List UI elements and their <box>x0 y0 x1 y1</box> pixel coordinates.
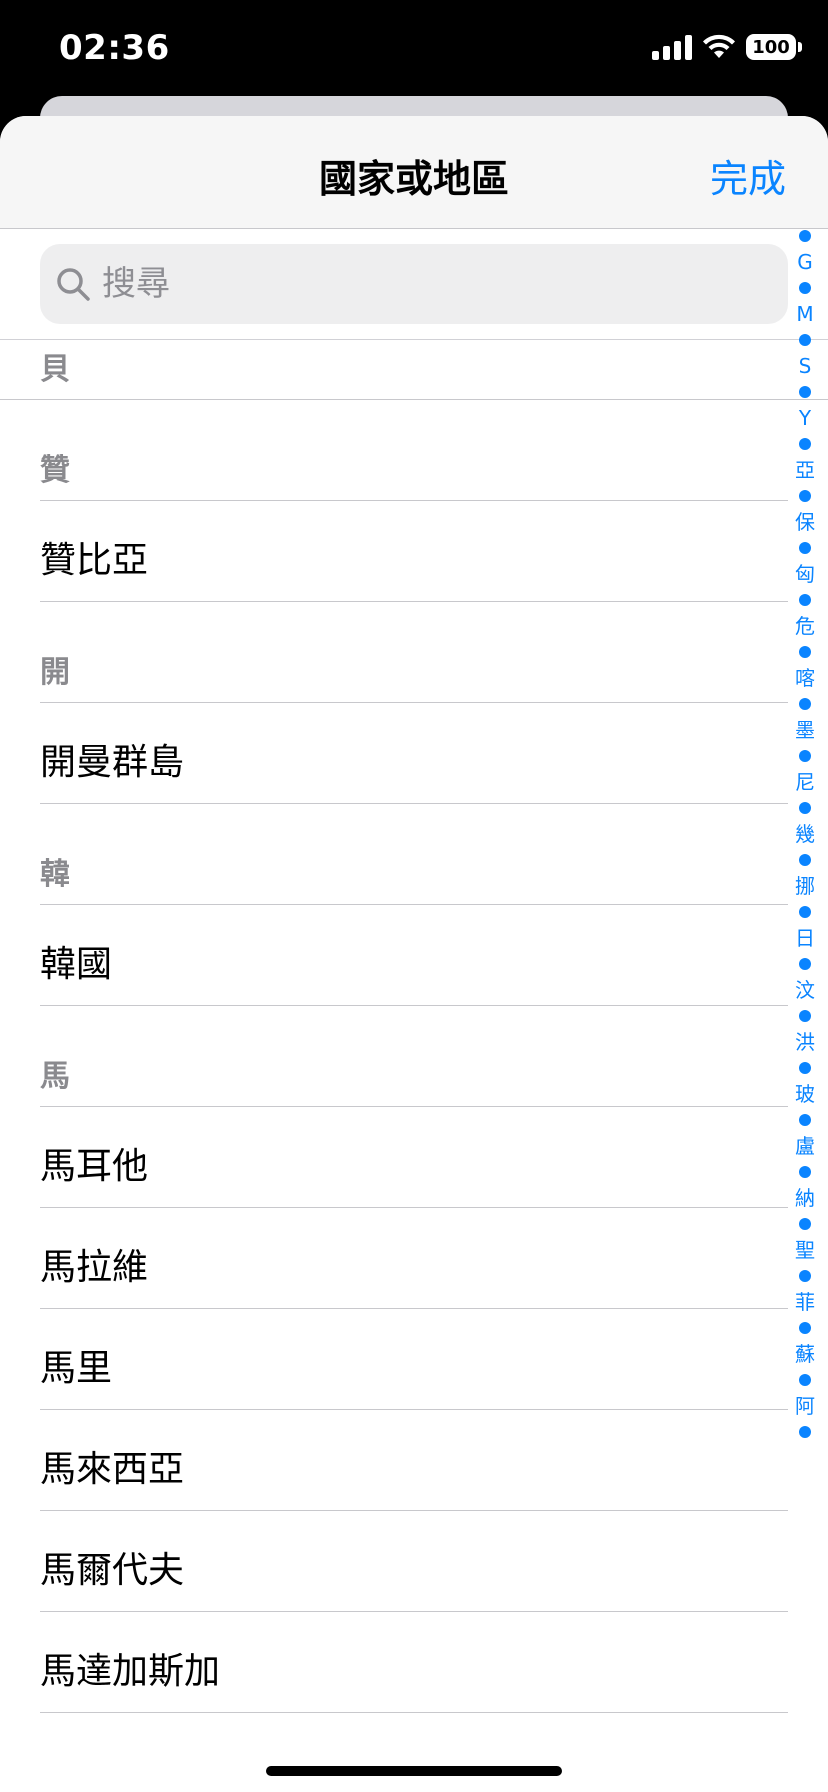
search-field[interactable] <box>40 244 788 324</box>
status-icons: 100 <box>652 34 802 60</box>
row-separator <box>40 1712 788 1713</box>
index-label[interactable]: 菲 <box>795 1292 815 1312</box>
country-name: 馬爾代夫 <box>40 1550 185 1591</box>
index-dot <box>799 646 811 658</box>
country-region-sheet: 國家或地區 完成 貝贊贊比亞開開曼群島韓韓國馬馬耳他馬拉維馬里馬來西亞馬爾代夫馬… <box>0 116 828 1792</box>
search-input[interactable] <box>102 244 762 324</box>
index-dot <box>799 386 811 398</box>
index-label[interactable]: 玻 <box>795 1084 815 1104</box>
cellular-signal-icon <box>652 34 692 60</box>
index-dot <box>799 1374 811 1386</box>
index-label[interactable]: 日 <box>795 928 815 948</box>
index-label[interactable]: S <box>799 356 812 376</box>
index-label[interactable]: 保 <box>795 512 815 532</box>
list-item[interactable]: 馬里 <box>0 1309 828 1410</box>
index-label[interactable]: 阿 <box>795 1396 815 1416</box>
index-label[interactable]: 匈 <box>795 564 815 584</box>
index-dot <box>799 1114 811 1126</box>
battery-level: 100 <box>752 36 790 58</box>
section-header: 贊 <box>0 400 828 501</box>
list-item[interactable]: 贊比亞 <box>0 501 828 602</box>
index-label[interactable]: 盧 <box>795 1136 815 1156</box>
index-label[interactable]: 洪 <box>795 1032 815 1052</box>
sheet-header: 國家或地區 完成 <box>0 116 828 229</box>
index-dot <box>799 698 811 710</box>
list-item[interactable]: 韓國 <box>0 905 828 1006</box>
section-header-label: 貝 <box>40 352 70 387</box>
index-label[interactable]: 聖 <box>795 1240 815 1260</box>
section-header-label: 韓 <box>40 857 70 892</box>
index-label[interactable]: 幾 <box>795 824 815 844</box>
country-name: 贊比亞 <box>40 540 149 581</box>
battery-icon: 100 <box>746 34 802 60</box>
index-label[interactable]: 挪 <box>795 876 815 896</box>
section-header-label: 開 <box>40 655 70 690</box>
wifi-icon <box>703 34 735 58</box>
index-dot <box>799 802 811 814</box>
status-bar: 02:36 100 <box>0 0 828 96</box>
index-dot <box>799 1010 811 1022</box>
section-header: 韓 <box>0 804 828 905</box>
country-name: 馬來西亞 <box>40 1449 185 1490</box>
sheet-title: 國家或地區 <box>318 157 509 201</box>
index-dot <box>799 854 811 866</box>
index-dot <box>799 438 811 450</box>
section-header-label: 馬 <box>40 1059 70 1094</box>
index-label[interactable]: 喀 <box>795 668 815 688</box>
home-indicator <box>266 1766 562 1776</box>
list-item[interactable]: 馬來西亞 <box>0 1410 828 1511</box>
index-dot <box>799 750 811 762</box>
index-dot <box>799 1426 811 1438</box>
section-header: 貝 <box>0 340 828 400</box>
country-name: 馬達加斯加 <box>40 1651 221 1692</box>
country-list: 貝贊贊比亞開開曼群島韓韓國馬馬耳他馬拉維馬里馬來西亞馬爾代夫馬達加斯加 <box>0 340 828 1713</box>
country-name: 馬里 <box>40 1348 113 1389</box>
index-label[interactable]: 尼 <box>795 772 815 792</box>
index-dot <box>799 1218 811 1230</box>
status-time: 02:36 <box>59 28 170 68</box>
index-dot <box>799 1270 811 1282</box>
index-dot <box>799 1322 811 1334</box>
section-header: 開 <box>0 602 828 703</box>
index-label[interactable]: G <box>797 252 813 272</box>
index-dot <box>799 1166 811 1178</box>
index-dot <box>799 958 811 970</box>
section-index[interactable]: G M S Y 亞保匈危喀墨尼幾挪日汶洪玻盧納聖菲蘇阿 <box>790 220 820 1448</box>
country-name: 馬耳他 <box>40 1146 149 1187</box>
index-label[interactable]: 亞 <box>795 460 815 480</box>
search-icon <box>57 268 90 301</box>
list-item[interactable]: 馬爾代夫 <box>0 1511 828 1612</box>
section-header: 馬 <box>0 1006 828 1107</box>
index-label[interactable]: 墨 <box>795 720 815 740</box>
index-dot <box>799 542 811 554</box>
list-item[interactable]: 馬達加斯加 <box>0 1612 828 1713</box>
index-dot <box>799 594 811 606</box>
index-dot <box>799 1062 811 1074</box>
section-header-label: 贊 <box>40 453 70 488</box>
index-dot <box>799 490 811 502</box>
country-name: 開曼群島 <box>40 742 185 783</box>
index-dot <box>799 334 811 346</box>
done-button[interactable]: 完成 <box>710 148 786 203</box>
index-label[interactable]: 蘇 <box>795 1344 815 1364</box>
index-label[interactable]: M <box>796 304 813 324</box>
list-item[interactable]: 開曼群島 <box>0 703 828 804</box>
index-dot <box>799 282 811 294</box>
search-bar <box>0 229 828 340</box>
index-label[interactable]: 危 <box>795 616 815 636</box>
country-name: 韓國 <box>40 944 113 985</box>
list-item[interactable]: 馬耳他 <box>0 1107 828 1208</box>
index-dot <box>799 230 811 242</box>
index-label[interactable]: 汶 <box>795 980 815 1000</box>
index-dot <box>799 906 811 918</box>
index-label[interactable]: Y <box>799 408 811 428</box>
list-item[interactable]: 馬拉維 <box>0 1208 828 1309</box>
index-label[interactable]: 納 <box>795 1188 815 1208</box>
country-name: 馬拉維 <box>40 1247 149 1288</box>
